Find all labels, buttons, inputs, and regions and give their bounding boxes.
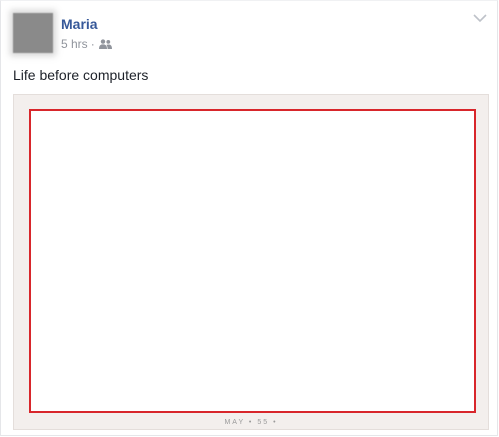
avatar[interactable] (13, 13, 53, 53)
post-photo[interactable]: MAY • 55 • (13, 94, 489, 430)
photo-red-frame (29, 109, 476, 413)
post-text: Life before computers (13, 67, 149, 83)
author-name-link[interactable]: Maria (61, 15, 98, 33)
meta-separator: · (90, 37, 95, 51)
post-timestamp[interactable]: 5 hrs (61, 37, 88, 51)
chevron-down-icon[interactable] (473, 13, 487, 23)
post-meta: 5 hrs · (61, 36, 112, 52)
friends-icon[interactable] (98, 39, 112, 49)
post-card: Maria 5 hrs · Life before computers MAY … (0, 0, 498, 436)
photo-date-stamp: MAY • 55 • (224, 419, 278, 426)
